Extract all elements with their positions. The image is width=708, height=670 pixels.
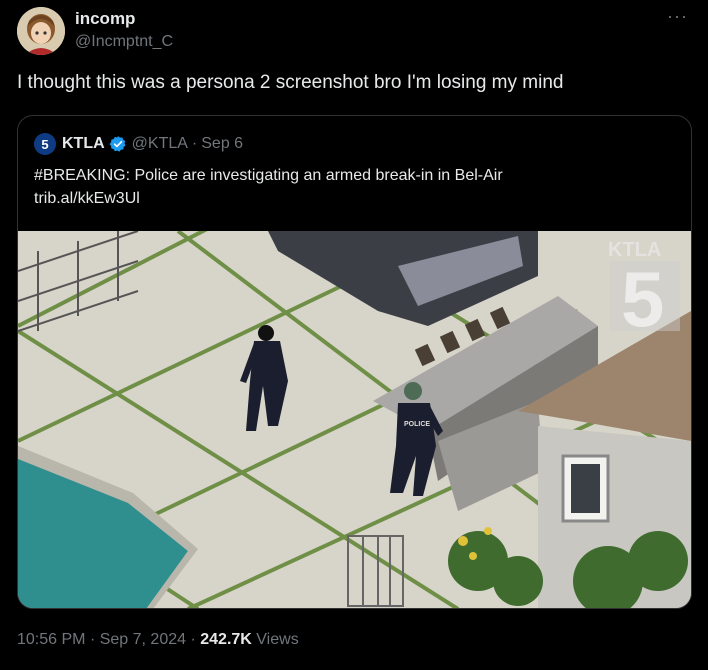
quoted-author-handle[interactable]: @KTLA (132, 135, 188, 153)
verified-badge-icon (109, 136, 126, 152)
author-avatar[interactable] (17, 7, 65, 55)
quoted-text-line: #BREAKING: Police are investigating an a… (34, 167, 503, 184)
quoted-link[interactable]: trib.al/kkEw3Ul (34, 187, 674, 210)
tweet-text: I thought this was a persona 2 screensho… (17, 72, 564, 93)
footer-separator: · (190, 631, 196, 648)
anime-character-avatar-icon (17, 7, 65, 55)
footer-separator: · (89, 631, 96, 648)
author-handle[interactable]: @Incmptnt_C (75, 33, 173, 51)
officer-vest-text: POLICE (404, 421, 430, 428)
views-count: 242.7K (200, 631, 252, 648)
ktla-logo-icon[interactable]: 5 (34, 133, 56, 155)
quoted-tweet[interactable]: 5 KTLA @KTLA · Sep 6 #BREAKING: Police a… (17, 115, 692, 609)
tweet-date[interactable]: Sep 7, 2024 (100, 631, 186, 648)
ktla-logo-number: 5 (41, 136, 49, 152)
quoted-tweet-text: #BREAKING: Police are investigating an a… (34, 164, 674, 210)
views-label: Views (256, 631, 299, 648)
tweet-footer: 10:56 PM · Sep 7, 2024 · 242.7K Views (17, 631, 299, 649)
author-name[interactable]: incomp (75, 9, 135, 29)
watermark-number: 5 (621, 255, 664, 343)
quoted-author-name[interactable]: KTLA (62, 135, 105, 153)
meta-separator: · (191, 135, 198, 152)
quoted-tweet-header: 5 KTLA @KTLA · Sep 6 (34, 133, 243, 155)
more-options-icon[interactable]: ··· (667, 6, 688, 27)
quoted-date[interactable]: Sep 6 (201, 135, 243, 153)
tweet-time[interactable]: 10:56 PM (17, 631, 85, 648)
news-photo[interactable]: POLICE KTLA 5 (18, 231, 691, 609)
